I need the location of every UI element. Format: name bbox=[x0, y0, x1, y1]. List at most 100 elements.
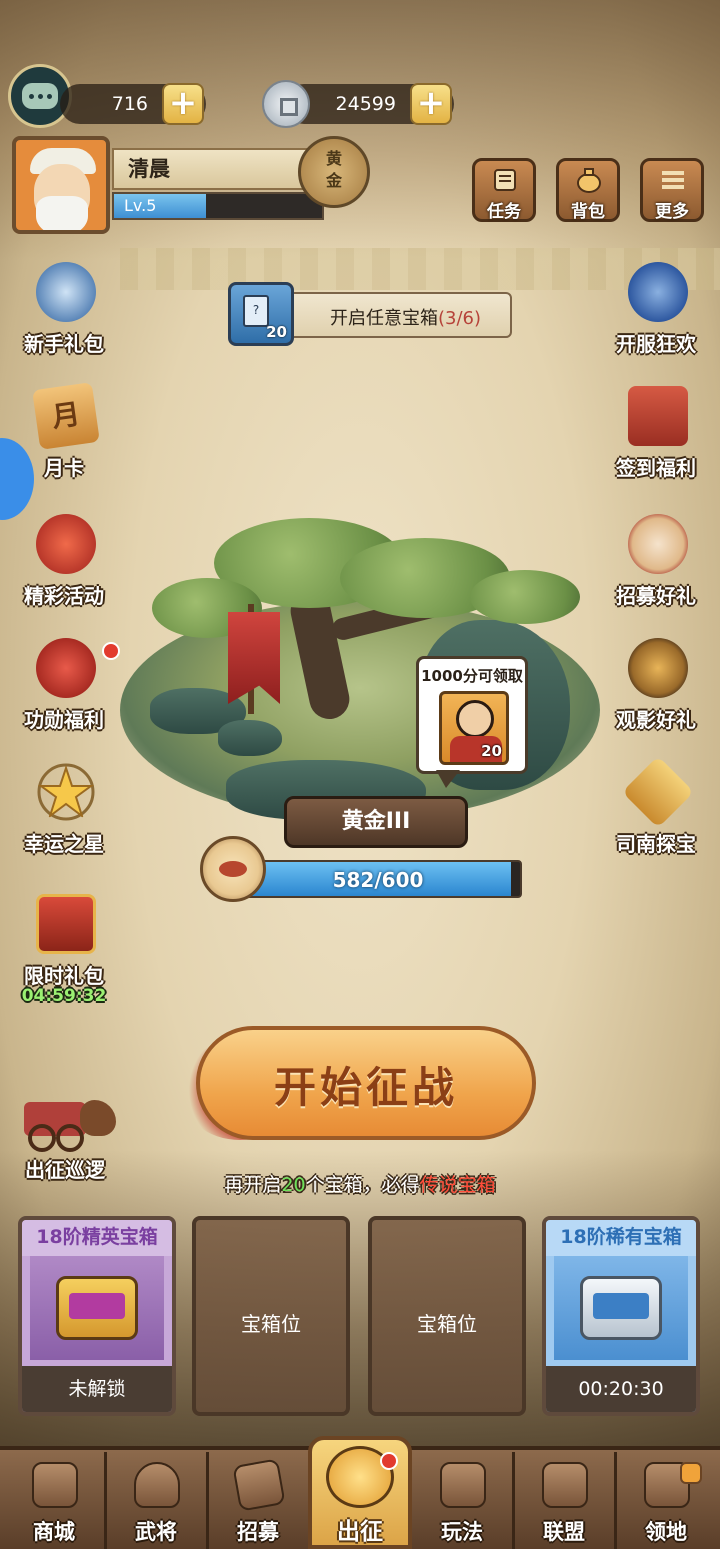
bag-icon bbox=[577, 168, 601, 193]
elite-chest-icon bbox=[56, 1276, 138, 1340]
hint-target: 传说宝箱 bbox=[419, 1174, 496, 1196]
limited-gift-timer: 04:59:32 bbox=[21, 986, 107, 1006]
recruit-gift-label: 招募好礼 bbox=[616, 584, 696, 608]
chest-slot-label: 宝箱位 bbox=[241, 1312, 301, 1336]
limited-gift-button[interactable]: 限时礼包 04:59:32 bbox=[14, 890, 114, 1014]
tree-canopy bbox=[470, 570, 580, 624]
shop-icon bbox=[32, 1462, 78, 1508]
nav-generals-label: 武将 bbox=[135, 1520, 177, 1544]
nav-gameplay[interactable]: 玩法 bbox=[412, 1452, 512, 1549]
nav-recruit-label: 招募 bbox=[237, 1520, 279, 1544]
watch-video-label: 观影好礼 bbox=[616, 708, 696, 732]
chest-slot-rare[interactable]: 18阶稀有宝箱 00:20:30 bbox=[542, 1216, 700, 1416]
hero-portrait-icon bbox=[456, 700, 494, 738]
month-card-icon: 月 bbox=[32, 382, 100, 450]
bubble-tail bbox=[436, 770, 460, 788]
nav-territory-label: 领地 bbox=[645, 1520, 687, 1544]
rank-badge-text: 黄金 bbox=[325, 149, 342, 190]
month-card-label: 月卡 bbox=[44, 456, 84, 480]
events-button[interactable]: 精彩活动 bbox=[14, 510, 114, 620]
coin-icon bbox=[262, 80, 310, 128]
newbie-gift-icon bbox=[36, 262, 96, 322]
menu-icon bbox=[662, 171, 684, 189]
lucky-star-label: 幸运之星 bbox=[24, 832, 104, 856]
rank-reward-title: 1000分可领取 bbox=[421, 667, 523, 685]
add-coins-button[interactable]: + bbox=[410, 83, 452, 125]
rank-reward-bubble[interactable]: 1000分可领取 20 bbox=[416, 656, 528, 774]
start-battle-button[interactable]: 开始征战 bbox=[196, 1026, 536, 1140]
nav-alliance-label: 联盟 bbox=[543, 1520, 585, 1544]
sign-in-icon bbox=[628, 386, 688, 446]
tasks-label: 任务 bbox=[487, 202, 521, 222]
general-helmet-icon bbox=[134, 1462, 180, 1508]
rare-chest-icon bbox=[580, 1276, 662, 1340]
limited-gift-label: 限时礼包 bbox=[24, 964, 104, 988]
rank-badge[interactable]: 黄金 bbox=[298, 136, 370, 216]
recruit-scroll-icon bbox=[232, 1458, 286, 1512]
recruit-gift-button[interactable]: 招募好礼 bbox=[606, 510, 706, 620]
compass-treasure-button[interactable]: 司南探宝 bbox=[606, 755, 706, 868]
chest-slot-timer: 00:20:30 bbox=[546, 1366, 696, 1412]
hero-reward-card: 20 bbox=[439, 691, 509, 765]
game-screen: 716 + 24599 + 清晨 Lv.5 黄金 任务 背包 更多 开启任意宝箱… bbox=[0, 0, 720, 1549]
chest-slot-empty[interactable]: 宝箱位 bbox=[192, 1216, 350, 1416]
chest-slot-status: 未解锁 bbox=[22, 1366, 172, 1412]
gem-amount: 716 bbox=[111, 93, 148, 115]
chest-slot-empty[interactable]: 宝箱位 bbox=[368, 1216, 526, 1416]
limited-chest-icon bbox=[36, 894, 96, 954]
chest-hint: 再开启20个宝箱，必得传说宝箱 bbox=[0, 1170, 720, 1197]
more-button[interactable]: 更多 bbox=[640, 158, 704, 222]
chest-task-count: 20 bbox=[266, 323, 287, 341]
merit-notification-dot bbox=[102, 642, 120, 660]
start-battle-label: 开始征战 bbox=[273, 1063, 458, 1112]
events-label: 精彩活动 bbox=[24, 584, 104, 608]
hero-reward-count: 20 bbox=[481, 742, 502, 760]
patrol-chariot-icon bbox=[10, 1078, 120, 1156]
tasks-button[interactable]: 任务 bbox=[472, 158, 536, 222]
merit-bag-icon bbox=[36, 638, 96, 698]
nav-recruit[interactable]: 招募 bbox=[208, 1452, 308, 1549]
server-carnival-button[interactable]: 开服狂欢 bbox=[606, 258, 706, 368]
merit-welfare-label: 功勋福利 bbox=[24, 708, 104, 732]
more-label: 更多 bbox=[655, 202, 689, 222]
merit-welfare-button[interactable]: 功勋福利 bbox=[14, 634, 120, 744]
compass-treasure-icon bbox=[621, 755, 695, 829]
lucky-star-button[interactable]: 幸运之星 bbox=[14, 758, 114, 868]
chest-task-text: 开启任意宝箱(3/6) bbox=[330, 304, 481, 330]
level-label: Lv.5 bbox=[124, 196, 157, 215]
month-card-button[interactable]: 月 月卡 bbox=[14, 382, 114, 492]
nav-shop[interactable]: 商城 bbox=[4, 1452, 104, 1549]
nav-battle[interactable]: 出征 bbox=[308, 1436, 412, 1549]
hint-prefix: 再开启 bbox=[224, 1174, 282, 1196]
newbie-gift-label: 新手礼包 bbox=[24, 332, 104, 356]
chest-task-icon[interactable]: ? 20 bbox=[228, 282, 294, 346]
player-avatar[interactable] bbox=[12, 136, 110, 234]
player-name: 清晨 bbox=[112, 148, 324, 190]
server-carnival-icon bbox=[628, 262, 688, 322]
sign-in-button[interactable]: 签到福利 bbox=[606, 382, 706, 492]
chest-task-label: 开启任意宝箱 bbox=[330, 308, 438, 329]
add-gems-button[interactable]: + bbox=[162, 83, 204, 125]
lock-icon bbox=[680, 1462, 702, 1484]
score-pouch-icon bbox=[200, 836, 266, 902]
rank-title[interactable]: 黄金III bbox=[284, 796, 468, 848]
watch-video-icon bbox=[628, 638, 688, 698]
battle-notification-dot bbox=[380, 1452, 398, 1470]
hint-middle: 个宝箱，必得 bbox=[305, 1174, 420, 1196]
chest-slot-title: 18阶稀有宝箱 bbox=[546, 1220, 696, 1256]
hint-count: 20 bbox=[281, 1174, 306, 1196]
level-bar: Lv.5 bbox=[112, 192, 324, 220]
chest-slot-elite[interactable]: 18阶精英宝箱 未解锁 bbox=[18, 1216, 176, 1416]
newbie-gift-button[interactable]: 新手礼包 bbox=[14, 258, 114, 368]
rank-exp-text: 582/600 bbox=[332, 868, 424, 892]
compass-treasure-label: 司南探宝 bbox=[616, 832, 696, 856]
chat-icon bbox=[22, 83, 58, 109]
nav-battle-label: 出征 bbox=[337, 1519, 383, 1545]
backpack-button[interactable]: 背包 bbox=[556, 158, 620, 222]
alliance-flag-icon bbox=[542, 1462, 588, 1508]
server-carnival-label: 开服狂欢 bbox=[616, 332, 696, 356]
nav-alliance[interactable]: 联盟 bbox=[514, 1452, 614, 1549]
watch-video-button[interactable]: 观影好礼 bbox=[606, 634, 706, 744]
nav-generals[interactable]: 武将 bbox=[106, 1452, 206, 1549]
chest-slot-title: 18阶精英宝箱 bbox=[22, 1220, 172, 1256]
